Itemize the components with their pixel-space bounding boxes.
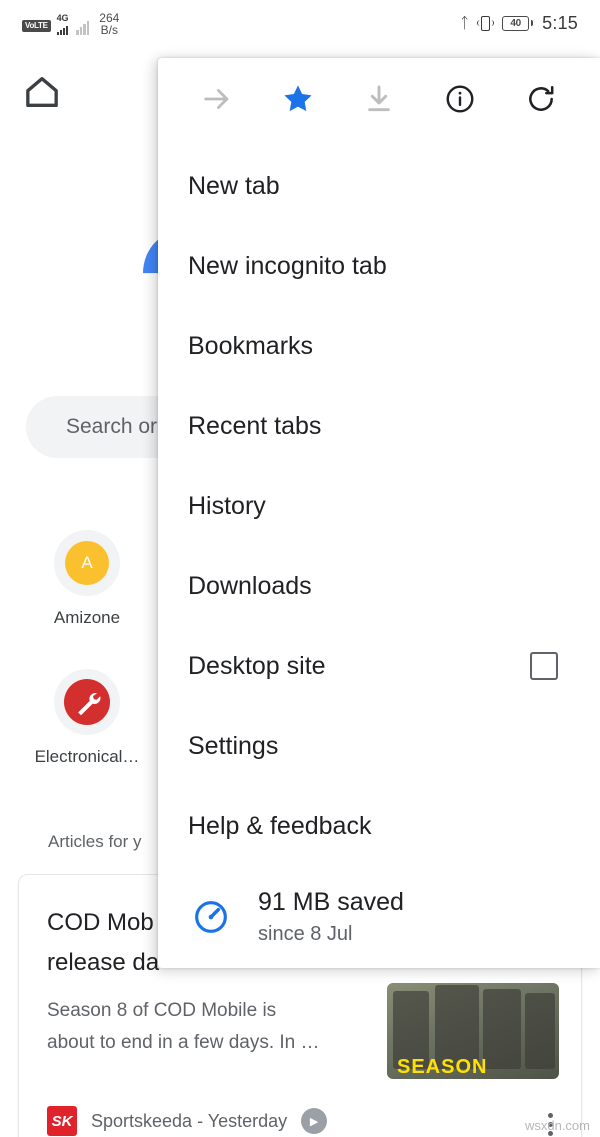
volte-badge: VoLTE: [22, 19, 51, 32]
menu-item-downloads[interactable]: Downloads: [158, 546, 600, 626]
search-placeholder: Search or: [66, 415, 158, 438]
menu-item-data-saver[interactable]: 91 MB saved since 8 Jul: [158, 866, 600, 958]
menu-item-settings[interactable]: Settings: [158, 706, 600, 786]
menu-item-label: History: [188, 491, 266, 520]
menu-item-label: Help & feedback: [188, 811, 372, 840]
status-bar-right: ᛏ 40 5:15: [460, 13, 578, 34]
menu-item-label: New incognito tab: [188, 251, 387, 280]
menu-item-new-incognito-tab[interactable]: New incognito tab: [158, 226, 600, 306]
menu-icon-row: [158, 58, 600, 140]
article-thumbnail: SEASON: [387, 983, 559, 1079]
play-icon[interactable]: ▶: [301, 1108, 328, 1134]
data-saver-gauge-icon: [188, 894, 234, 940]
data-saver-text: 91 MB saved since 8 Jul: [258, 886, 404, 948]
battery-level-label: 40: [510, 17, 521, 29]
bookmark-star-icon[interactable]: [272, 73, 324, 125]
menu-item-desktop-site[interactable]: Desktop site: [158, 626, 600, 706]
data-saver-primary: 91 MB saved: [258, 888, 404, 916]
menu-item-bookmarks[interactable]: Bookmarks: [158, 306, 600, 386]
shortcut-tile-amizone[interactable]: A Amizone: [32, 530, 142, 628]
menu-item-label: New tab: [188, 171, 280, 200]
signal-bars-icon: [56, 24, 68, 35]
desktop-site-checkbox[interactable]: [530, 652, 558, 680]
network-speed-unit: B/s: [100, 22, 118, 37]
reload-icon[interactable]: [515, 73, 567, 125]
status-bar: VoLTE 4G 264 B/s ᛏ 40 5:15: [0, 0, 600, 46]
menu-item-label: Recent tabs: [188, 411, 322, 440]
forward-arrow-icon[interactable]: [191, 73, 243, 125]
signal-bars-secondary-icon: [76, 20, 90, 35]
watermark: wsxdn.com: [524, 1118, 590, 1133]
network-speed: 264 B/s: [99, 12, 119, 36]
network-type-indicator: 4G: [56, 12, 69, 35]
article-description-line1: Season 8 of COD Mobile is: [47, 1000, 277, 1021]
data-saver-secondary: since 8 Jul: [258, 923, 353, 945]
article-description: Season 8 of COD Mobile is about to end i…: [47, 995, 392, 1059]
network-type-label: 4G: [56, 12, 69, 23]
wrench-icon: [54, 669, 120, 735]
thumbnail-season-text: SEASON: [397, 1056, 488, 1078]
articles-heading: Articles for y: [48, 832, 142, 851]
menu-item-new-tab[interactable]: New tab: [158, 146, 600, 226]
shortcut-tile-label: Amizone: [53, 608, 121, 627]
vibrate-icon: [477, 15, 495, 32]
amizone-letter-icon: A: [54, 530, 120, 596]
menu-item-label: Desktop site: [188, 651, 326, 680]
shortcut-tile-electronical[interactable]: Electronical…: [32, 669, 142, 767]
menu-item-label: Settings: [188, 731, 279, 760]
bluetooth-icon: ᛏ: [460, 14, 470, 32]
page-info-icon[interactable]: [434, 73, 486, 125]
chrome-overflow-menu: New tab New incognito tab Bookmarks Rece…: [158, 58, 600, 968]
status-bar-left: VoLTE 4G 264 B/s: [22, 12, 119, 36]
download-icon[interactable]: [353, 73, 405, 125]
article-description-line2: about to end in a few days. In …: [47, 1032, 320, 1053]
article-source: Sportskeeda - Yesterday: [91, 1110, 288, 1131]
menu-item-label: Downloads: [188, 571, 312, 600]
shortcut-tile-label: Electronical…: [34, 747, 140, 766]
menu-item-list: New tab New incognito tab Bookmarks Rece…: [158, 140, 600, 958]
article-footer: SK Sportskeeda - Yesterday ▶: [47, 1106, 328, 1136]
home-icon[interactable]: [22, 72, 62, 112]
phone-screen: VoLTE 4G 264 B/s ᛏ 40 5:15 Search or A A…: [0, 0, 600, 1137]
clock: 5:15: [542, 12, 578, 33]
menu-item-help-and-feedback[interactable]: Help & feedback: [158, 786, 600, 866]
menu-item-recent-tabs[interactable]: Recent tabs: [158, 386, 600, 466]
battery-icon: 40: [502, 15, 534, 31]
network-speed-value: 264: [99, 10, 120, 25]
sportskeeda-logo: SK: [47, 1106, 77, 1136]
menu-item-history[interactable]: History: [158, 466, 600, 546]
amizone-letter: A: [81, 553, 93, 572]
menu-item-label: Bookmarks: [188, 331, 314, 360]
